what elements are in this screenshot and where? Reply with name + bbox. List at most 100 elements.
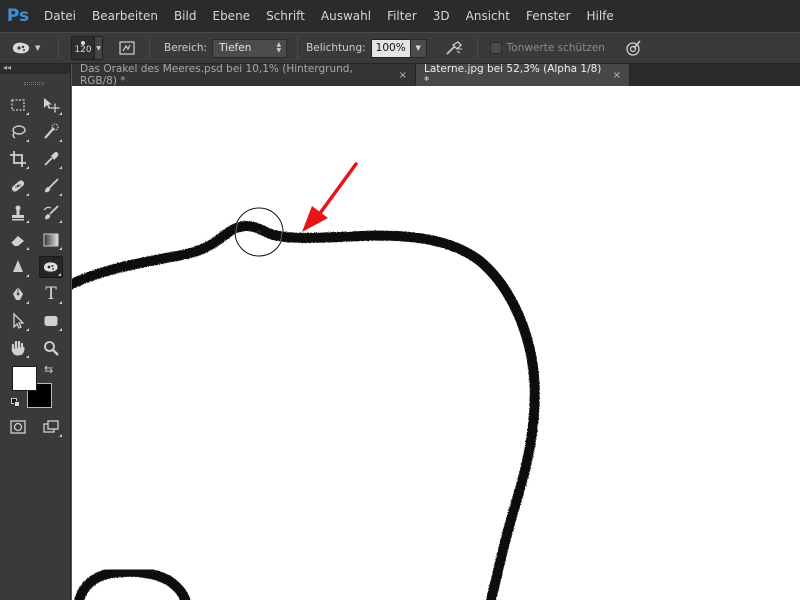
tool-clone-stamp[interactable] bbox=[6, 202, 30, 224]
screen-mode-button[interactable] bbox=[39, 416, 63, 438]
tool-zoom[interactable] bbox=[39, 337, 63, 359]
brush-panel-icon bbox=[119, 41, 135, 55]
protect-tones-checkbox[interactable] bbox=[489, 42, 502, 54]
chevron-down-icon: ▼ bbox=[35, 44, 41, 52]
eraser-icon bbox=[10, 236, 24, 247]
menu-ansicht[interactable]: Ansicht bbox=[458, 0, 518, 32]
menu-auswahl[interactable]: Auswahl bbox=[313, 0, 379, 32]
menu-fenster[interactable]: Fenster bbox=[518, 0, 579, 32]
brush-preset-picker[interactable]: 120 ▼ bbox=[71, 36, 103, 60]
tool-gradient[interactable] bbox=[39, 229, 63, 251]
panel-grip[interactable] bbox=[24, 82, 44, 85]
type-icon: T bbox=[45, 284, 57, 304]
tab-label: Das Orakel des Meeres.psd bei 10,1% (Hin… bbox=[80, 63, 353, 87]
foreground-color-swatch[interactable] bbox=[12, 366, 37, 391]
tool-lasso[interactable] bbox=[6, 121, 30, 143]
tool-sponge[interactable] bbox=[39, 256, 63, 278]
range-label: Bereich: bbox=[164, 42, 208, 54]
menu-bar: Ps Datei Bearbeiten Bild Ebene Schrift A… bbox=[0, 0, 800, 32]
healing-brush-icon bbox=[11, 180, 25, 192]
photoshop-logo[interactable]: Ps bbox=[0, 0, 36, 32]
tool-hand[interactable] bbox=[6, 337, 30, 359]
menu-hilfe[interactable]: Hilfe bbox=[578, 0, 621, 32]
tool-path-selection[interactable] bbox=[6, 310, 30, 332]
pen-icon bbox=[13, 287, 23, 300]
marquee-icon bbox=[11, 99, 25, 111]
annotation-arrow bbox=[302, 162, 358, 232]
quick-mask-icon bbox=[10, 420, 26, 434]
close-icon[interactable]: × bbox=[399, 70, 407, 81]
tool-type[interactable]: T bbox=[39, 283, 63, 305]
tool-eraser[interactable] bbox=[6, 229, 30, 251]
airbrush-icon bbox=[446, 41, 462, 55]
pressure-icon bbox=[626, 40, 641, 56]
close-icon[interactable]: × bbox=[613, 70, 621, 81]
tool-rectangle[interactable] bbox=[39, 310, 63, 332]
default-colors-icon[interactable] bbox=[11, 398, 21, 408]
brush-size-value: 120 bbox=[74, 45, 92, 55]
range-select[interactable]: Tiefen ▲ ▼ bbox=[212, 38, 288, 58]
menu-ebene[interactable]: Ebene bbox=[204, 0, 258, 32]
tool-preset-picker[interactable]: ▼ bbox=[10, 40, 54, 56]
tool-eyedropper[interactable] bbox=[39, 148, 63, 170]
tool-pen[interactable] bbox=[6, 283, 30, 305]
swap-colors-icon[interactable]: ⇆ bbox=[44, 363, 53, 376]
gradient-icon bbox=[43, 233, 59, 247]
tools-panel: ◂◂ T ⇆ bbox=[0, 63, 71, 600]
tool-blur[interactable] bbox=[6, 256, 30, 278]
separator bbox=[58, 37, 59, 59]
zoom-icon bbox=[44, 341, 59, 356]
protect-tones-label: Tonwerte schützen bbox=[506, 42, 605, 54]
airbrush-toggle[interactable] bbox=[443, 38, 465, 58]
path-selection-icon bbox=[13, 312, 25, 329]
rectangle-icon bbox=[44, 316, 58, 326]
lasso-icon bbox=[12, 125, 26, 139]
canvas-artwork bbox=[72, 162, 540, 600]
eyedropper-icon bbox=[44, 152, 59, 166]
tool-healing-brush[interactable] bbox=[6, 175, 30, 197]
hand-icon bbox=[11, 340, 25, 356]
sponge-icon bbox=[13, 42, 30, 54]
quick-selection-icon bbox=[44, 123, 59, 139]
tab-orakel-des-meeres[interactable]: Das Orakel des Meeres.psd bei 10,1% (Hin… bbox=[72, 63, 416, 87]
tools-panel-header[interactable]: ◂◂ bbox=[0, 63, 70, 74]
separator bbox=[297, 37, 299, 59]
alpha-stroke-lower bbox=[73, 566, 191, 600]
pressure-toggle[interactable] bbox=[623, 38, 643, 58]
history-brush-icon bbox=[43, 205, 59, 220]
alpha-stroke-main bbox=[72, 221, 540, 600]
tool-rectangular-marquee[interactable] bbox=[6, 94, 30, 116]
crop-icon bbox=[10, 151, 26, 167]
chevron-down-icon: ▼ bbox=[95, 36, 103, 60]
exposure-label: Belichtung: bbox=[306, 42, 366, 54]
tab-label: Laterne.jpg bei 52,3% (Alpha 1/8) * bbox=[424, 63, 602, 87]
brush-icon bbox=[45, 178, 59, 193]
stamp-icon bbox=[12, 205, 24, 221]
menu-bearbeiten[interactable]: Bearbeiten bbox=[84, 0, 166, 32]
tool-history-brush[interactable] bbox=[39, 202, 63, 224]
tool-quick-selection[interactable] bbox=[39, 121, 63, 143]
document-tabs: Das Orakel des Meeres.psd bei 10,1% (Hin… bbox=[72, 63, 800, 87]
menu-datei[interactable]: Datei bbox=[36, 0, 84, 32]
tool-crop[interactable] bbox=[6, 148, 30, 170]
menu-filter[interactable]: Filter bbox=[379, 0, 425, 32]
quick-mask-button[interactable] bbox=[6, 416, 30, 438]
exposure-slider-toggle[interactable]: ▼ bbox=[410, 38, 427, 58]
select-arrows-icon: ▲ ▼ bbox=[276, 40, 282, 54]
menu-schrift[interactable]: Schrift bbox=[258, 0, 313, 32]
range-value: Tiefen bbox=[219, 42, 252, 54]
menu-bild[interactable]: Bild bbox=[166, 0, 205, 32]
menu-3d[interactable]: 3D bbox=[425, 0, 458, 32]
chevron-down-icon: ▼ bbox=[415, 44, 421, 52]
tab-laterne[interactable]: Laterne.jpg bei 52,3% (Alpha 1/8) * × bbox=[416, 63, 630, 87]
separator bbox=[476, 37, 478, 59]
exposure-input[interactable]: 100% bbox=[370, 38, 411, 58]
brush-panel-toggle[interactable] bbox=[117, 38, 137, 58]
tool-brush[interactable] bbox=[39, 175, 63, 197]
screen-mode-icon bbox=[43, 420, 59, 433]
tool-move[interactable] bbox=[39, 94, 63, 116]
collapse-icon[interactable]: ◂◂ bbox=[3, 63, 11, 72]
document-canvas[interactable] bbox=[72, 86, 800, 600]
separator bbox=[149, 37, 150, 59]
blur-icon bbox=[13, 260, 23, 272]
